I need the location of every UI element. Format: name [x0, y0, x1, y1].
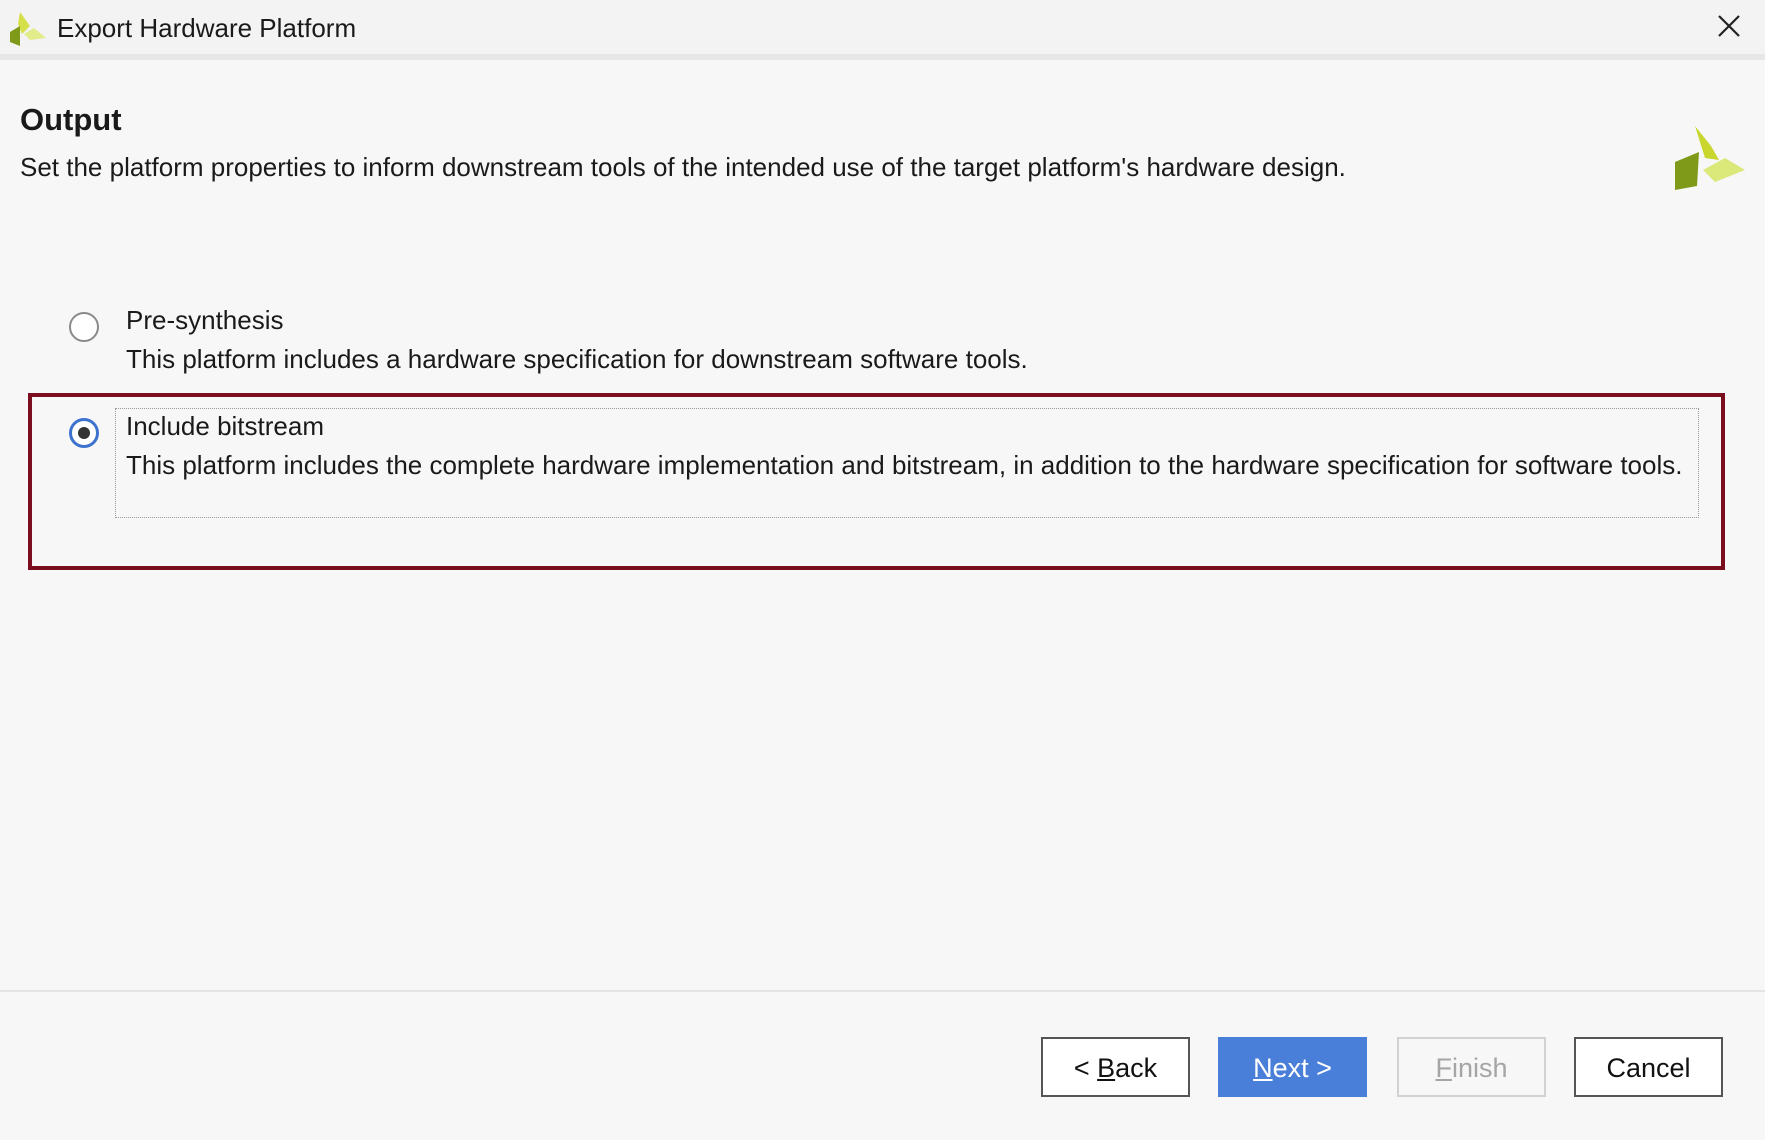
title-bar: Export Hardware Platform	[0, 0, 1765, 60]
window-title: Export Hardware Platform	[57, 13, 357, 43]
next-button[interactable]: Next >	[1218, 1037, 1367, 1097]
cancel-button[interactable]: Cancel	[1574, 1037, 1723, 1097]
back-button-mnemonic: B	[1097, 1053, 1116, 1083]
finish-button-mnemonic: F	[1435, 1053, 1452, 1083]
page-title: Output	[20, 102, 122, 137]
pre-synthesis-description: This platform includes a hardware specif…	[126, 344, 1028, 374]
next-button-rest: ext >	[1272, 1053, 1332, 1083]
finish-button[interactable]: Finish	[1397, 1037, 1546, 1097]
back-button[interactable]: < Back	[1041, 1037, 1190, 1097]
xilinx-logo-icon	[10, 12, 46, 46]
include-bitstream-label[interactable]: Include bitstream	[126, 411, 324, 442]
xilinx-logo-icon	[1675, 126, 1745, 190]
include-bitstream-radio[interactable]	[69, 418, 99, 448]
next-button-mnemonic: N	[1253, 1053, 1273, 1083]
page-description: Set the platform properties to inform do…	[20, 152, 1346, 182]
finish-button-rest: inish	[1451, 1053, 1508, 1083]
include-bitstream-description: This platform includes the complete hard…	[126, 450, 1683, 480]
close-icon	[1718, 15, 1740, 37]
pre-synthesis-radio[interactable]	[69, 312, 99, 342]
pre-synthesis-label[interactable]: Pre-synthesis	[126, 305, 284, 336]
back-button-rest: ack	[1115, 1053, 1158, 1083]
back-button-prefix: <	[1073, 1053, 1098, 1083]
close-button[interactable]	[1695, 0, 1765, 54]
footer-separator	[0, 990, 1765, 992]
